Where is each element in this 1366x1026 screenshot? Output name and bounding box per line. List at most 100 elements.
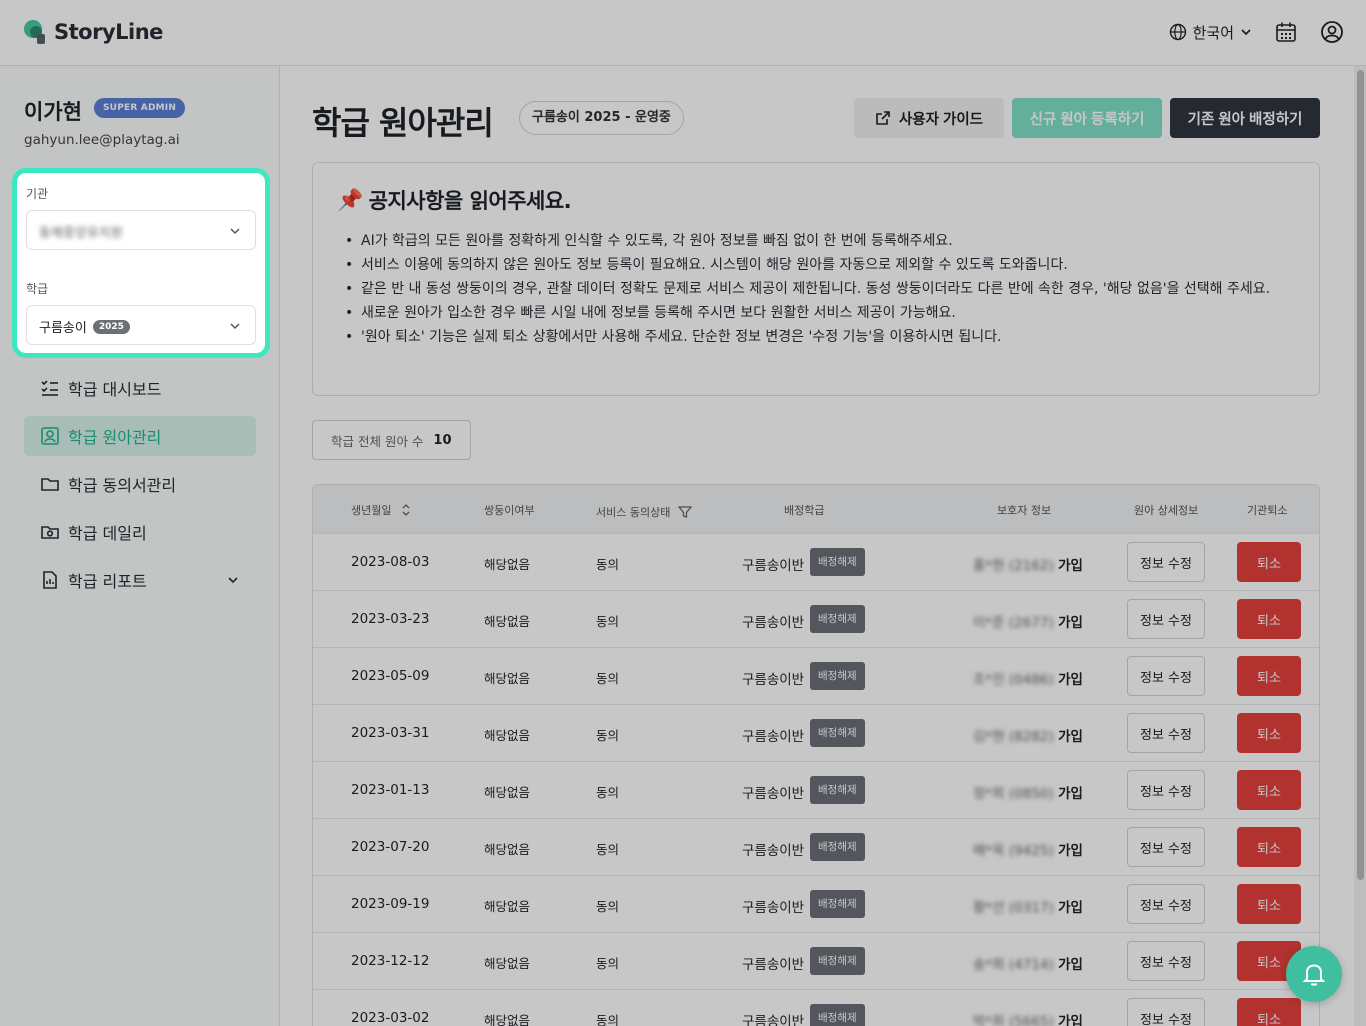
edit-info-button[interactable]: 정보 수정 [1127,827,1205,867]
notice-panel: 📌 공지사항을 읽어주세요. AI가 학급의 모든 원아를 정확하게 인식할 수… [312,162,1320,396]
assign-existing-child-button[interactable]: 기존 원아 배정하기 [1170,98,1320,138]
user-profile-icon[interactable] [1320,20,1344,44]
birthdate-cell: 2023-03-02 [351,1010,430,1026]
guardian-name: 정*희 (0850) [973,786,1054,802]
user-email: gahyun.lee@playtag.ai [24,132,180,148]
unassign-tag[interactable]: 배정해제 [810,776,865,804]
guardian-name: 송*희 (4714) [973,957,1054,973]
page-title: 학급 원아관리 [312,104,494,142]
language-selector[interactable]: 한국어 [1169,22,1252,43]
user-name: 이가현 [24,100,82,124]
unassign-tag[interactable]: 배정해제 [810,833,865,861]
table-header: 생년월일 쌍둥이여부 서비스 동의상태 배정학급 보호자 정보 원아 상세정보 … [313,485,1319,533]
joined-status: 가입 [1058,843,1083,859]
joined-status: 가입 [1058,786,1083,802]
calendar-icon[interactable] [1274,20,1298,44]
consent-cell: 동의 [596,842,620,857]
edit-info-button[interactable]: 정보 수정 [1127,599,1205,639]
birthdate-cell: 2023-12-12 [351,953,430,969]
scroll-thumb[interactable] [1357,70,1364,880]
role-badge: SUPER ADMIN [94,98,186,118]
sidebar-nav: 학급 대시보드 학급 원아관리 학급 동의서관리 학급 데일리 학급 리포트 [24,368,256,608]
header-class: 배정학급 [784,504,825,517]
birthdate-cell: 2023-08-03 [351,554,430,570]
unassign-tag[interactable]: 배정해제 [810,890,865,918]
leave-button[interactable]: 퇴소 [1237,770,1301,810]
edit-info-button[interactable]: 정보 수정 [1127,542,1205,582]
unassign-tag[interactable]: 배정해제 [810,1004,865,1026]
sidebar-item-children[interactable]: 학급 원아관리 [24,416,256,456]
joined-status: 가입 [1058,615,1083,631]
consent-cell: 동의 [596,557,620,572]
child-icon [41,427,59,445]
unassign-tag[interactable]: 배정해제 [810,947,865,975]
joined-status: 가입 [1058,672,1083,688]
header-guardian: 보호자 정보 [997,504,1052,517]
class-cell: 구름송이반 [742,558,805,574]
header-consent[interactable]: 서비스 동의상태 [596,502,693,520]
class-cell: 구름송이반 [742,729,805,745]
birthdate-cell: 2023-09-19 [351,896,430,912]
consent-cell: 동의 [596,614,620,629]
unassign-tag[interactable]: 배정해제 [810,605,865,633]
class-cell: 구름송이반 [742,672,805,688]
term-chip: 구름송이 2025 - 운영중 [519,101,684,135]
consent-cell: 동의 [596,671,620,686]
joined-status: 가입 [1058,900,1083,916]
guardian-name: 배*욱 (9425) [973,843,1054,859]
joined-status: 가입 [1058,957,1083,973]
notice-item: 같은 반 내 동성 쌍둥이의 경우, 관찰 데이터 정확도 문제로 서비스 제공… [345,277,1295,301]
leave-button[interactable]: 퇴소 [1237,884,1301,924]
consent-cell: 동의 [596,1013,620,1026]
header-twin: 쌍둥이여부 [484,504,535,517]
institution-select[interactable]: 동해중앙유치원 [26,210,256,250]
table-row: 2023-03-23 해당없음 동의 구름송이반 배정해제 이*준 (2677) 가입 정보… [313,590,1319,647]
sidebar-item-daily[interactable]: 학급 데일리 [24,512,256,552]
edit-info-button[interactable]: 정보 수정 [1127,770,1205,810]
consent-cell: 동의 [596,785,620,800]
consent-cell: 동의 [596,956,620,971]
logo[interactable]: StoryLine [22,18,163,46]
children-table: 생년월일 쌍둥이여부 서비스 동의상태 배정학급 보호자 정보 원아 상세정보 … [312,484,1320,1026]
language-label: 한국어 [1192,23,1234,42]
leave-button[interactable]: 퇴소 [1237,998,1301,1026]
consent-cell: 동의 [596,728,620,743]
filter-icon [677,506,693,518]
notification-bell-button[interactable] [1286,946,1342,1002]
unassign-tag[interactable]: 배정해제 [810,662,865,690]
unassign-tag[interactable]: 배정해제 [810,719,865,747]
twin-cell: 해당없음 [484,557,531,572]
sidebar-item-consent[interactable]: 학급 동의서관리 [24,464,256,504]
leave-button[interactable]: 퇴소 [1237,713,1301,753]
header-birthdate[interactable]: 생년월일 [351,502,410,518]
leave-button[interactable]: 퇴소 [1237,542,1301,582]
edit-info-button[interactable]: 정보 수정 [1127,656,1205,696]
leave-button[interactable]: 퇴소 [1237,599,1301,639]
class-select[interactable]: 구름송이 2025 [26,305,256,345]
class-cell: 구름송이반 [742,786,805,802]
guardian-name: 홍*현 (2162) [973,558,1054,574]
user-guide-button[interactable]: 사용자 가이드 [854,98,1004,138]
unassign-tag[interactable]: 배정해제 [810,548,865,576]
sidebar-item-dashboard[interactable]: 학급 대시보드 [24,368,256,408]
notice-list: AI가 학급의 모든 원아를 정확하게 인식할 수 있도록, 각 원아 정보를 … [345,229,1295,349]
joined-status: 가입 [1058,1014,1083,1026]
guardian-name: 김*현 (8282) [973,729,1054,745]
edit-info-button[interactable]: 정보 수정 [1127,998,1205,1026]
class-cell: 구름송이반 [742,1014,805,1026]
sidebar-item-report[interactable]: 학급 리포트 [24,560,256,600]
register-new-child-button[interactable]: 신규 원아 등록하기 [1012,98,1162,138]
edit-info-button[interactable]: 정보 수정 [1127,884,1205,924]
scrollbar[interactable] [1354,66,1366,1026]
logo-text: StoryLine [54,20,163,44]
class-cell: 구름송이반 [742,843,805,859]
leave-button[interactable]: 퇴소 [1237,656,1301,696]
top-header: StoryLine 한국어 [0,0,1366,66]
notice-item: '원아 퇴소' 기능은 실제 퇴소 상황에서만 사용해 주세요. 단순한 정보 … [345,325,1295,349]
bell-icon [1302,964,1326,986]
leave-button[interactable]: 퇴소 [1237,827,1301,867]
institution-value: 동해중앙유치원 [39,226,123,241]
edit-info-button[interactable]: 정보 수정 [1127,713,1205,753]
institution-label: 기관 [26,187,49,201]
edit-info-button[interactable]: 정보 수정 [1127,941,1205,981]
